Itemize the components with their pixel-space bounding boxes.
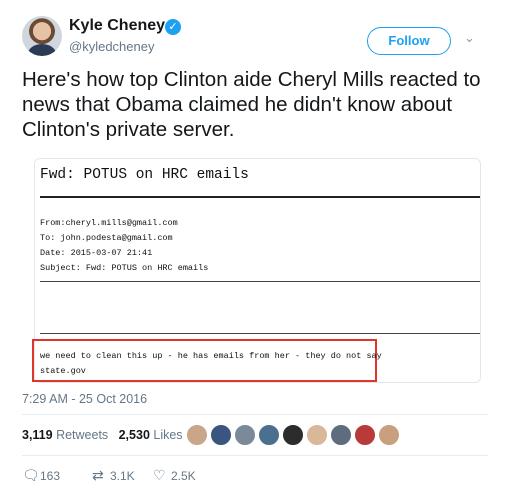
email-body-line: state.gov [40,366,86,376]
like-count: 2.5K [171,469,196,483]
reply-count: 163 [40,469,61,483]
likes-label: Likes [153,428,183,442]
avatar[interactable] [282,424,304,446]
author-name[interactable]: Kyle Cheney [69,17,165,35]
email-divider [40,196,480,198]
email-subject: Subject: Fwd: POTUS on HRC emails [40,263,209,273]
tweet-timestamp[interactable]: 7:29 AM - 25 Oct 2016 [22,392,147,406]
avatar[interactable] [234,424,256,446]
chevron-down-icon[interactable]: ⌄ [464,30,475,46]
email-date: Date: 2015-03-07 21:41 [40,248,153,258]
avatar[interactable] [210,424,232,446]
email-header-divider [40,281,480,282]
avatar[interactable] [330,424,352,446]
like-button[interactable]: ♡ 2.5K [153,467,196,484]
avatar[interactable] [22,16,62,56]
email-body-divider [40,333,480,334]
author-handle[interactable]: @kyledcheney [69,39,154,54]
retweets-count: 3,119 [22,428,53,442]
email-to: To: john.podesta@gmail.com [40,233,173,243]
divider [22,455,488,456]
avatar[interactable] [258,424,280,446]
retweets-stat[interactable]: 3,119 Retweets [22,428,108,442]
verified-badge-icon: ✓ [165,19,181,35]
engagement-stats: 3,119 Retweets 2,530 Likes [22,428,183,442]
tweet-text: Here's how top Clinton aide Cheryl Mills… [22,68,481,141]
email-from: From:cheryl.mills@gmail.com [40,218,178,228]
avatar[interactable] [354,424,376,446]
divider [22,414,488,415]
avatar[interactable] [186,424,208,446]
retweets-label: Retweets [56,428,109,442]
likes-stat[interactable]: 2,530 Likes [119,428,183,442]
heart-icon: ♡ [153,467,166,483]
reply-button[interactable]: 🗨︎163 [22,467,60,484]
follow-button[interactable]: Follow [367,27,451,55]
retweet-button[interactable]: ⇄ 3.1K [92,467,135,484]
retweet-count: 3.1K [110,469,135,483]
likes-count: 2,530 [118,428,150,442]
avatar[interactable] [306,424,328,446]
reply-icon: 🗨︎ [22,467,40,483]
avatar[interactable] [378,424,400,446]
retweet-icon: ⇄ [92,467,104,483]
email-body-line: we need to clean this up - he has emails… [40,351,382,361]
email-subject-heading: Fwd: POTUS on HRC emails [40,167,249,183]
